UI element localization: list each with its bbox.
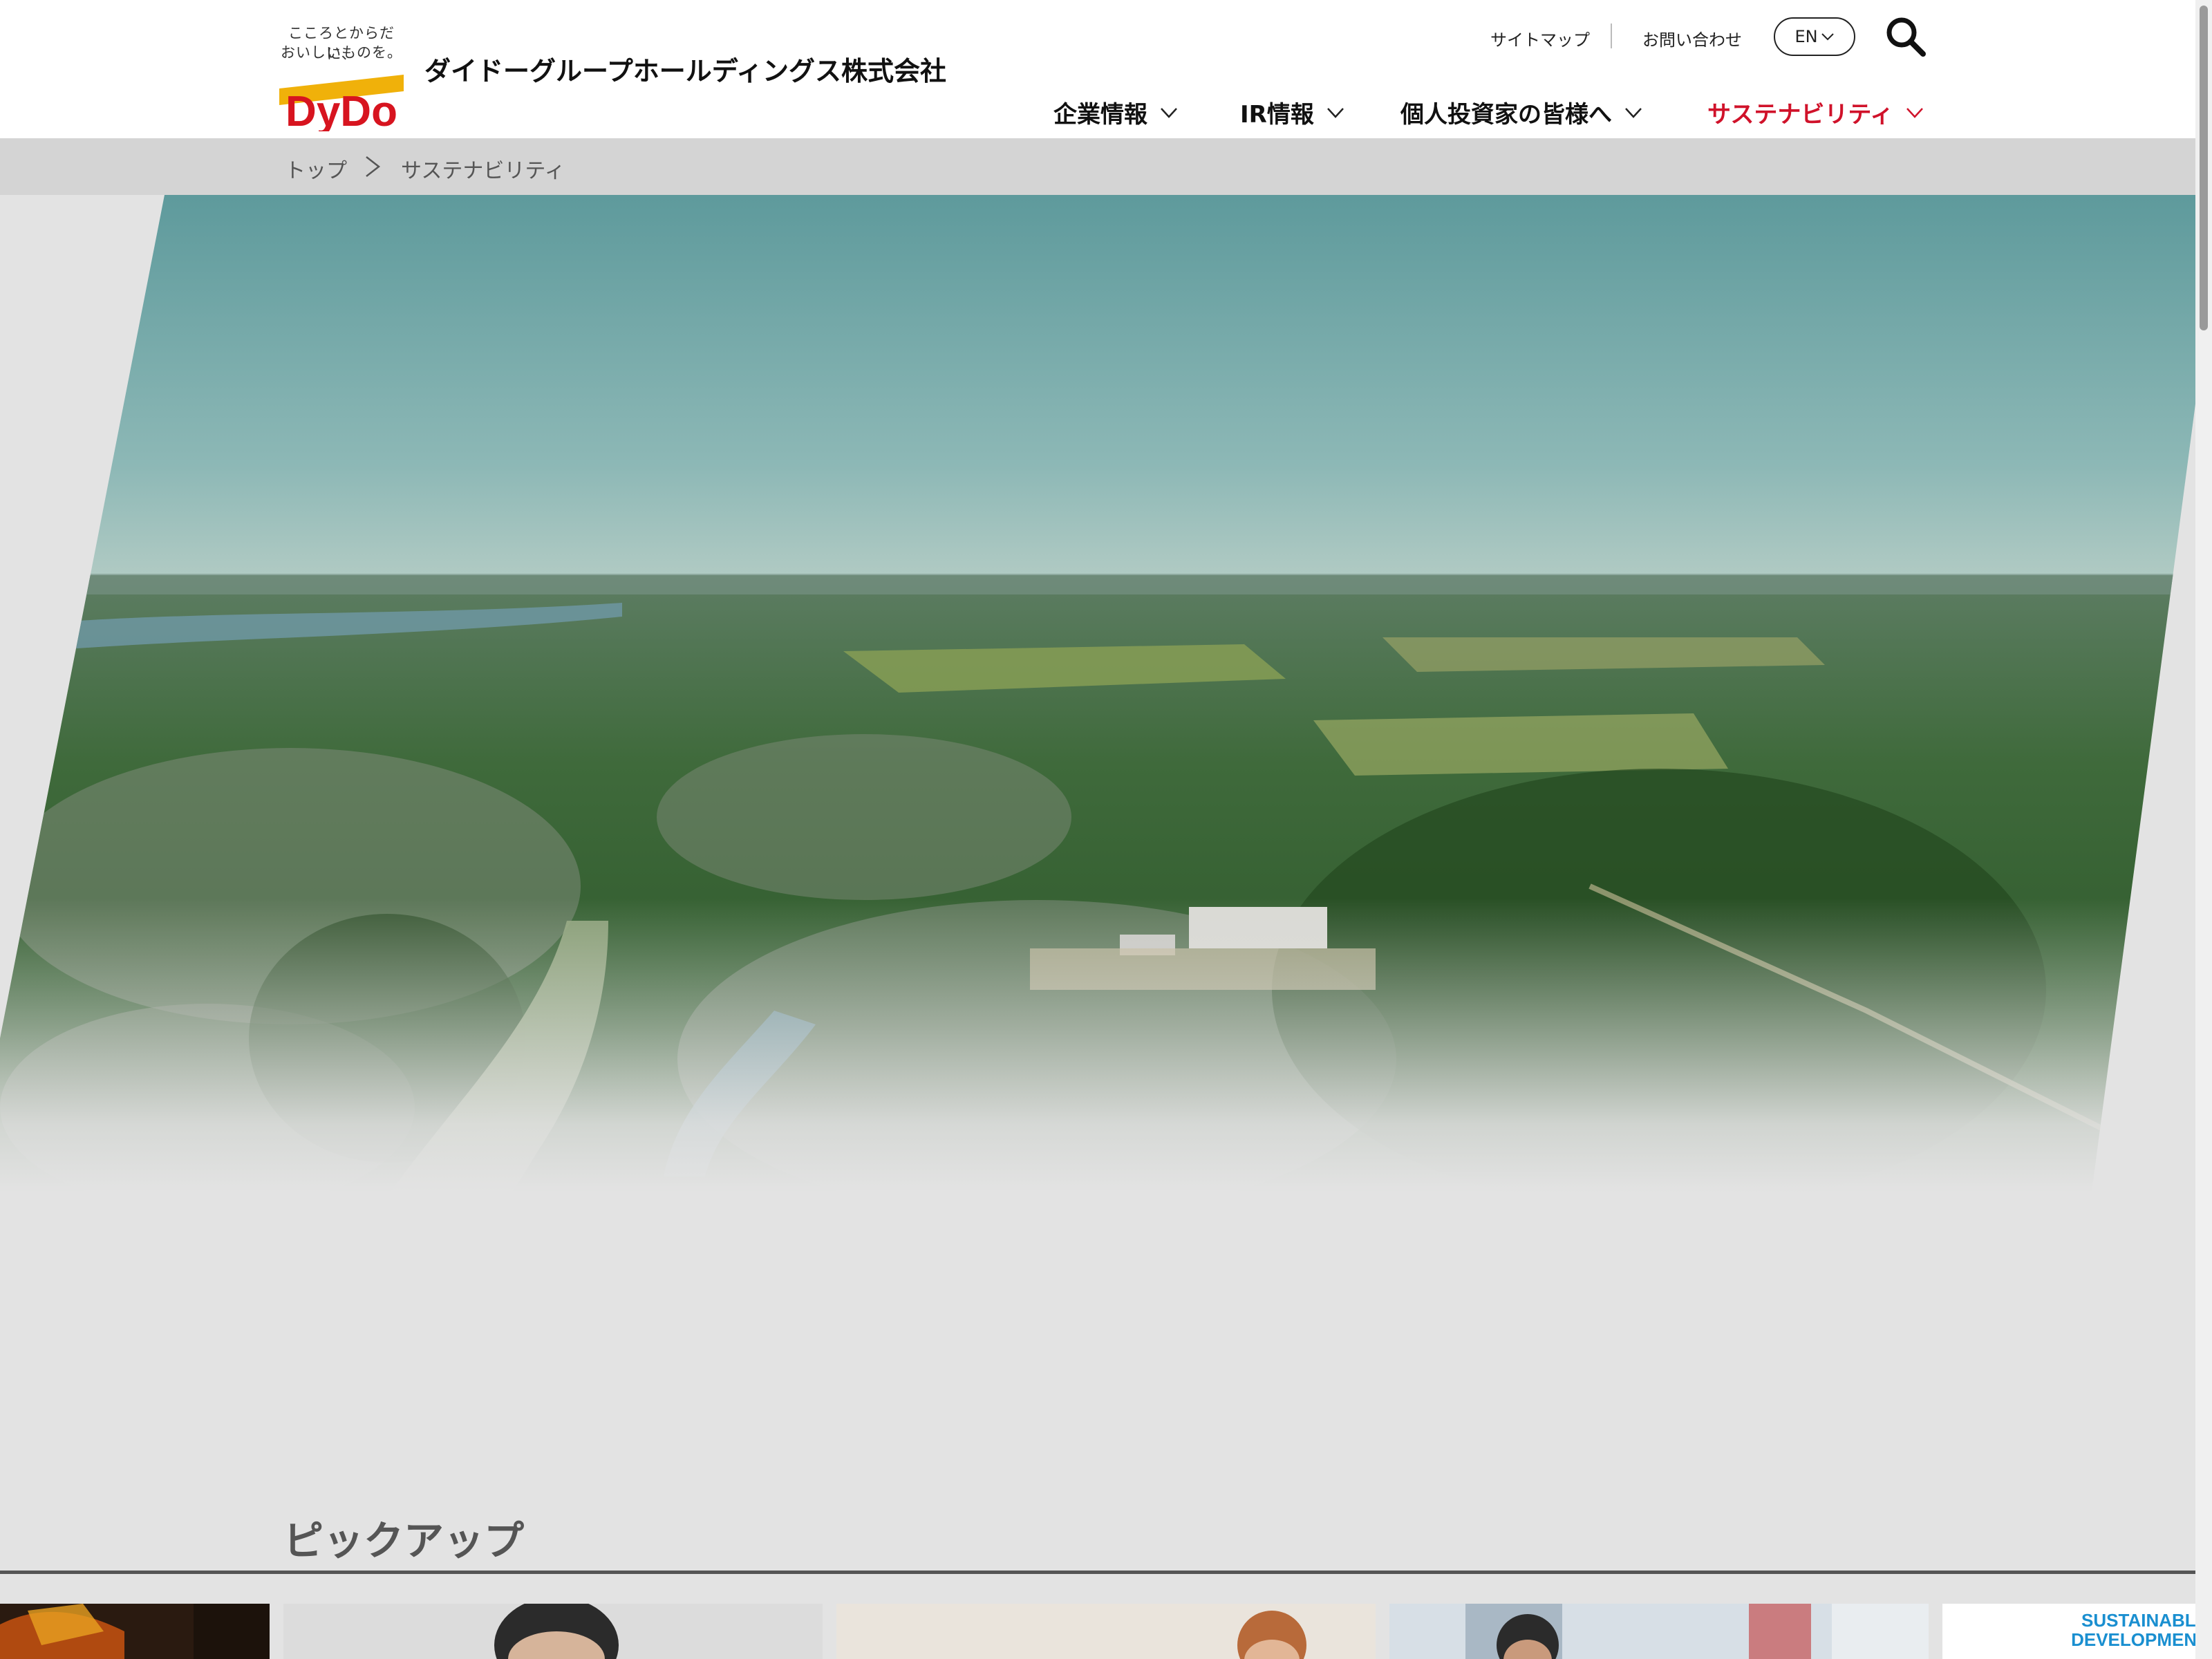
page-scrollbar[interactable]	[2195, 0, 2212, 1659]
sitemap-link[interactable]: サイトマップ	[1490, 26, 1590, 50]
section-divider	[0, 1571, 2212, 1574]
chevron-down-icon	[1821, 33, 1834, 41]
company-logo[interactable]: こころとからだに、 おいしいものを。 DyDo	[279, 21, 404, 131]
pickup-card-sdgs[interactable]: SUSTAINABLE DEVELOPMENT	[1942, 1604, 2212, 1659]
utility-divider	[1611, 24, 1612, 48]
hero-landscape-illustration	[0, 195, 2212, 1329]
chevron-down-icon	[1327, 107, 1344, 118]
hero-aerial-image	[0, 195, 2212, 1329]
sdgs-logo-text: SUSTAINABLE DEVELOPMENT	[2071, 1610, 2208, 1650]
breadcrumb-top-link[interactable]: トップ	[285, 153, 347, 184]
pickup-section-title: ピックアップ	[283, 1517, 525, 1564]
chevron-right-icon	[366, 156, 381, 177]
nav-item-company[interactable]: 企業情報	[1053, 95, 1178, 129]
company-name: ダイドーグループホールディングス株式会社	[424, 56, 947, 86]
nav-item-label: 個人投資家の皆様へ	[1400, 101, 1612, 129]
logo-tagline: おいしいものを。	[281, 44, 402, 61]
nav-item-ir[interactable]: IR情報	[1240, 95, 1344, 129]
card-thumbnail	[836, 1604, 1376, 1659]
card-thumbnail	[1389, 1604, 1929, 1659]
search-button[interactable]	[1884, 15, 1927, 58]
card-thumbnail	[0, 1604, 270, 1659]
nav-item-label: サステナビリティ	[1707, 101, 1894, 129]
nav-item-label: IR情報	[1240, 101, 1314, 129]
dydo-logo-mark: DyDo	[279, 75, 404, 131]
logo-wordmark: DyDo	[285, 88, 397, 131]
search-icon	[1886, 17, 1926, 57]
pickup-card[interactable]	[283, 1604, 823, 1659]
pickup-card[interactable]	[0, 1604, 270, 1659]
chevron-down-icon	[1906, 107, 1924, 118]
chevron-down-icon	[1161, 107, 1177, 118]
breadcrumb: トップ サステナビリティ	[0, 138, 2212, 195]
breadcrumb-current: サステナビリティ	[401, 159, 565, 183]
scrollbar-thumb[interactable]	[2200, 6, 2208, 330]
nav-item-individual-investors[interactable]: 個人投資家の皆様へ	[1400, 95, 1642, 129]
language-label: EN	[1794, 27, 1818, 46]
nav-item-sustainability[interactable]: サステナビリティ	[1707, 95, 1924, 129]
chevron-down-icon	[1625, 107, 1642, 118]
nav-item-label: 企業情報	[1053, 101, 1147, 129]
card-thumbnail	[283, 1604, 823, 1659]
language-switcher[interactable]: EN	[1774, 17, 1855, 56]
pickup-card[interactable]	[836, 1604, 1376, 1659]
pickup-card[interactable]	[1389, 1604, 1929, 1659]
site-header: こころとからだに、 おいしいものを。 DyDo ダイドーグループホールディングス…	[0, 0, 2212, 138]
contact-link[interactable]: お問い合わせ	[1642, 26, 1742, 50]
